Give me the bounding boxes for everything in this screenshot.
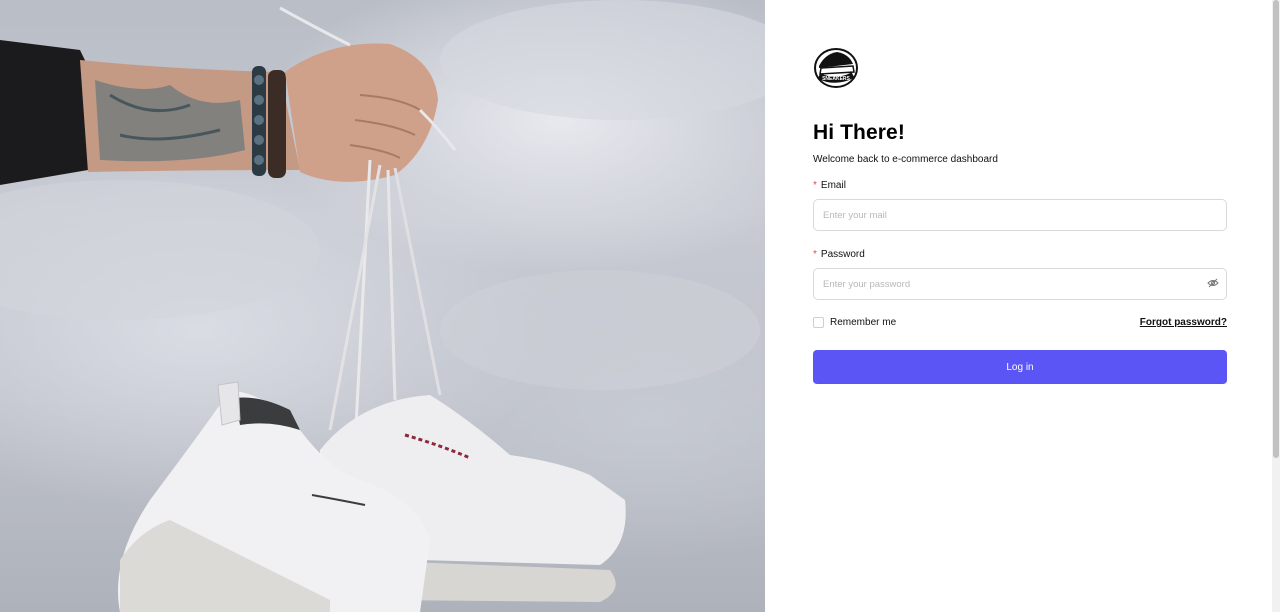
page-subtitle: Welcome back to e-commerce dashboard <box>813 154 998 165</box>
email-label: * Email <box>813 180 846 191</box>
remember-me-label: Remember me <box>830 317 897 328</box>
forgot-password-link[interactable]: Forgot password? <box>1140 317 1227 328</box>
required-mark: * <box>813 249 817 260</box>
password-label: * Password <box>813 249 865 260</box>
email-label-text: Email <box>820 180 846 191</box>
sneakers-logo: SNEAKERS <box>814 48 858 88</box>
page-title: Hi There! <box>813 121 905 144</box>
login-panel: SNEAKERS Hi There! Welcome back to e-com… <box>765 0 1272 612</box>
checkbox-box[interactable] <box>813 317 824 328</box>
svg-text:SNEAKERS: SNEAKERS <box>822 76 850 82</box>
password-label-text: Password <box>820 249 865 260</box>
email-field[interactable] <box>813 199 1227 231</box>
scrollbar-thumb[interactable] <box>1273 0 1279 458</box>
required-mark: * <box>813 180 817 191</box>
hero-image <box>0 0 765 612</box>
sneakers-photo <box>0 0 765 612</box>
eye-off-icon[interactable] <box>1207 277 1219 289</box>
remember-me-checkbox[interactable]: Remember me <box>813 317 896 328</box>
password-field[interactable] <box>813 268 1227 300</box>
scrollbar[interactable] <box>1272 0 1280 612</box>
login-button[interactable]: Log in <box>813 350 1227 384</box>
